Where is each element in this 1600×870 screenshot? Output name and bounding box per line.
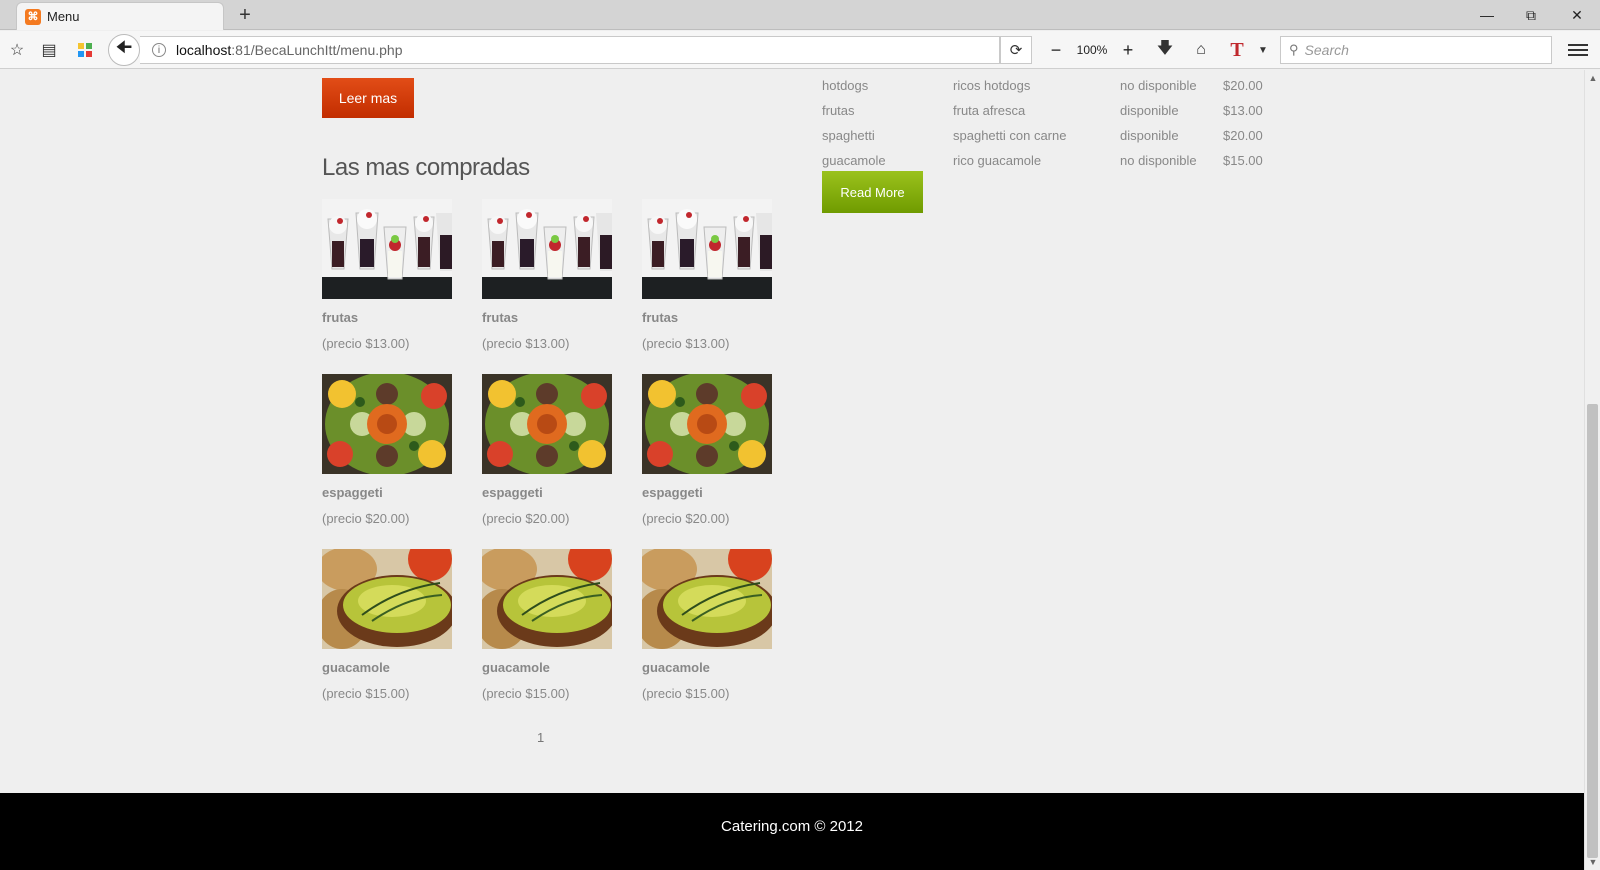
menu-item-status: no disponible [1120, 153, 1197, 168]
product-name: frutas [322, 310, 359, 325]
download-icon[interactable]: 🡇 [1154, 39, 1176, 61]
browser-tab[interactable]: ⌘ Menu [16, 2, 224, 30]
reading-list-icon[interactable]: ▤ [38, 39, 60, 61]
address-bar[interactable]: i localhost:81/BecaLunchItt/menu.php [140, 36, 1000, 64]
product-card[interactable]: espaggeti (precio $20.00) [322, 374, 452, 526]
menu-item-price: $15.00 [1223, 153, 1263, 168]
product-price: (precio $15.00) [322, 686, 410, 701]
menu-row: frutas fruta afresca disponible $13.00 [822, 103, 1282, 128]
bookmark-star-icon[interactable]: ☆ [6, 39, 28, 61]
zoom-out-button[interactable]: − [1040, 36, 1072, 64]
product-price: (precio $15.00) [482, 686, 570, 701]
soup-photo[interactable] [642, 549, 772, 649]
product-name: frutas [482, 310, 519, 325]
product-card[interactable]: frutas (precio $13.00) [642, 199, 772, 351]
menu-item-price: $20.00 [1223, 128, 1263, 143]
leer-mas-button[interactable]: Leer mas [322, 78, 414, 118]
product-name: frutas [642, 310, 679, 325]
product-name: guacamole [482, 660, 550, 675]
minimize-button[interactable]: — [1464, 2, 1510, 28]
menu-item-status: disponible [1120, 103, 1179, 118]
scroll-up-arrow-icon[interactable]: ▲ [1585, 70, 1600, 86]
translate-icon[interactable]: T [1226, 39, 1248, 61]
menu-item-status: disponible [1120, 128, 1179, 143]
menu-item-description: ricos hotdogs [953, 78, 1031, 93]
product-name: guacamole [322, 660, 390, 675]
footer: Catering.com © 2012 [0, 793, 1584, 870]
pagination-page-1[interactable]: 1 [537, 730, 544, 745]
menu-item-description: spaghetti con carne [953, 128, 1067, 143]
product-price: (precio $13.00) [642, 336, 730, 351]
menu-item-status: no disponible [1120, 78, 1197, 93]
product-name: espaggeti [482, 485, 543, 500]
zoom-in-button[interactable]: + [1112, 36, 1144, 64]
menu-item-description: rico guacamole [953, 153, 1042, 168]
product-card[interactable]: espaggeti (precio $20.00) [482, 374, 612, 526]
close-window-button[interactable]: ✕ [1554, 2, 1600, 28]
product-card[interactable]: espaggeti (precio $20.00) [642, 374, 772, 526]
section-title: Las mas compradas [322, 154, 530, 181]
page-viewport: Leer mas Las mas compradas frutas (precio… [0, 70, 1584, 870]
menu-row: spaghetti spaghetti con carne disponible $2… [822, 128, 1282, 153]
search-input[interactable]: ⚲ Search [1280, 36, 1552, 64]
menu-item-price: $13.00 [1223, 103, 1263, 118]
navigation-toolbar: ☆ ▤ 🠈 i localhost:81/BecaLunchItt/menu.p… [0, 31, 1600, 69]
desserts-photo[interactable] [642, 199, 772, 299]
menu-item-name: guacamole [822, 153, 886, 168]
read-more-button[interactable]: Read More [822, 171, 923, 213]
salad-photo[interactable] [642, 374, 772, 474]
product-name: espaggeti [322, 485, 383, 500]
scrollbar-thumb[interactable] [1587, 404, 1598, 858]
product-name: espaggeti [642, 485, 703, 500]
product-card[interactable]: guacamole (precio $15.00) [642, 549, 772, 701]
product-price: (precio $20.00) [642, 511, 730, 526]
zoom-level[interactable]: 100% [1072, 43, 1112, 57]
soup-photo[interactable] [482, 549, 612, 649]
reload-icon[interactable]: ⟳ [1000, 36, 1032, 64]
salad-photo[interactable] [322, 374, 452, 474]
product-name: guacamole [642, 660, 710, 675]
salad-photo[interactable] [482, 374, 612, 474]
tab-bar: ⌘ Menu + — ⧉ ✕ [0, 0, 1600, 30]
menu-item-price: $20.00 [1223, 78, 1263, 93]
site-info-icon[interactable]: i [152, 43, 166, 57]
menu-item-description: fruta afresca [953, 103, 1026, 118]
new-tab-button[interactable]: + [234, 4, 256, 26]
menu-item-name: frutas [822, 103, 855, 118]
restore-button[interactable]: ⧉ [1508, 2, 1554, 28]
product-price: (precio $20.00) [322, 511, 410, 526]
desserts-photo[interactable] [322, 199, 452, 299]
scroll-down-arrow-icon[interactable]: ▼ [1585, 854, 1600, 870]
apps-grid-icon[interactable] [74, 39, 96, 61]
menu-item-name: hotdogs [822, 78, 869, 93]
product-card[interactable]: frutas (precio $13.00) [322, 199, 452, 351]
menu-item-name: spaghetti [822, 128, 875, 143]
product-card[interactable]: guacamole (precio $15.00) [322, 549, 452, 701]
desserts-photo[interactable] [482, 199, 612, 299]
product-price: (precio $20.00) [482, 511, 570, 526]
url-host: localhost [176, 42, 232, 58]
search-icon: ⚲ [1289, 42, 1299, 57]
footer-copyright: Catering.com © 2012 [721, 818, 863, 835]
url-path: :81/BecaLunchItt/menu.php [231, 42, 403, 58]
search-placeholder: Search [1304, 42, 1349, 58]
back-button[interactable]: 🠈 [108, 34, 140, 66]
product-price: (precio $13.00) [482, 336, 570, 351]
menu-row: hotdogs ricos hotdogs no disponible $20.00 [822, 78, 1282, 103]
hamburger-menu-icon[interactable] [1566, 39, 1590, 61]
dropdown-arrow-icon[interactable]: ▼ [1252, 39, 1274, 61]
soup-photo[interactable] [322, 549, 452, 649]
vertical-scrollbar[interactable]: ▲ ▼ [1584, 70, 1600, 870]
xampp-favicon-icon: ⌘ [25, 8, 41, 25]
product-card[interactable]: frutas (precio $13.00) [482, 199, 612, 351]
home-icon[interactable]: ⌂ [1190, 39, 1212, 61]
product-price: (precio $13.00) [322, 336, 410, 351]
tab-title: Menu [47, 9, 80, 24]
product-price: (precio $15.00) [642, 686, 730, 701]
product-card[interactable]: guacamole (precio $15.00) [482, 549, 612, 701]
zoom-controls: − 100% + [1040, 36, 1144, 64]
